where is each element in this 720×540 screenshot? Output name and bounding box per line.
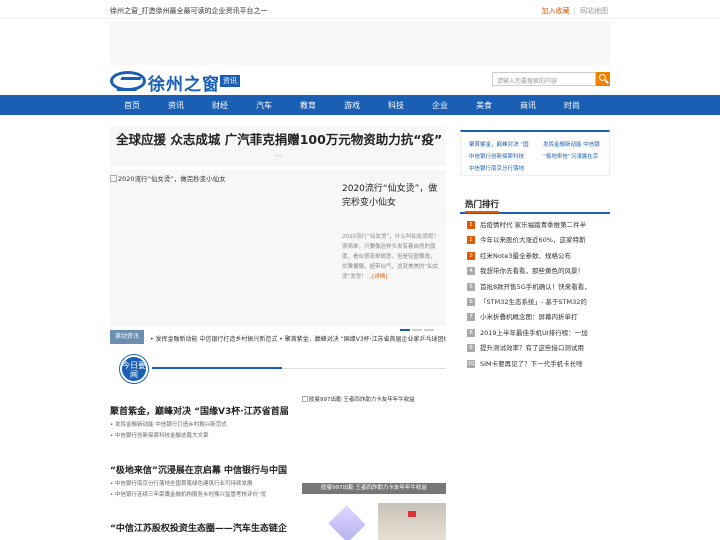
hot-item-title: 后疫情时代 家乐福踏青季推第二件半 (480, 221, 587, 229)
news-title[interactable]: “中信江苏股权投资生态圈——汽车生态链企 (110, 521, 290, 534)
news-sub-link[interactable]: 中信银行南京分行落地全国首笔绿色建筑行业可持续发展 (110, 479, 290, 487)
hot-item-title: 红米Note3最全参数、规格公布 (480, 251, 572, 260)
rank-number: 3 (467, 251, 475, 260)
hot-item-title: 提升测试效率？有了这些接口测试用 (480, 344, 584, 353)
rank-number: 10 (467, 359, 475, 368)
rank-number: 4 (467, 267, 475, 276)
hot-item[interactable]: 5 首批8款开售5G手机确认！快来看看， (460, 282, 610, 297)
hot-item[interactable]: 4 我想带你去看看，那些黄色的风景！ (460, 266, 610, 281)
search-box: 请输入您要搜索的内容 (492, 72, 610, 86)
rank-number: 2 (467, 236, 475, 245)
nav-item[interactable]: 时尚 (550, 100, 594, 111)
ad-banner[interactable] (110, 21, 610, 65)
right-link[interactable]: 中信银行创新探索科技 (469, 152, 541, 160)
headline-title[interactable]: 全球应援 众志成城 广汽菲克捐赠100万元物资助力抗“疫” (116, 129, 442, 148)
hot-item-title: 首批8款开售5G手机确认！快来看看， (480, 282, 591, 291)
hot-item[interactable]: 1 后疫情时代 家乐福踏青季推第二件半 (460, 220, 610, 235)
section-divider (152, 367, 446, 369)
news-ticker: 滚动资讯 • 发挥金融新动能 中信银行打造乡村振兴新范式 • 聚首紫金，巅峰对决… (110, 330, 446, 344)
broken-image-icon (302, 396, 308, 402)
nav-item[interactable]: 汽车 (242, 100, 286, 111)
add-favorite-link[interactable]: 加入收藏 (542, 7, 570, 15)
nav-item[interactable]: 首页 (110, 100, 154, 111)
logo-emblem-icon (110, 71, 146, 91)
top-links: 加入收藏 | 网站地图 (541, 7, 608, 15)
hot-item[interactable]: 9 提升测试效率？有了这些接口测试用 (460, 343, 610, 358)
news-sub-link[interactable]: 发挥金融新动能 中信银行打造乡村振兴新范式 (110, 420, 290, 428)
news-title[interactable]: 聚首紫金，巅峰对决 “国缘V3杯·江苏省首届 (110, 404, 290, 417)
thumbnail-image[interactable] (378, 503, 446, 540)
rank-number: 7 (467, 313, 475, 322)
headline-more: … (275, 150, 282, 158)
sitemap-link[interactable]: 网站地图 (580, 7, 608, 15)
nav-item[interactable]: 游戏 (330, 100, 374, 111)
right-link[interactable]: 中信银行南京分行落地 (469, 164, 541, 172)
side-picture-caption[interactable]: 欧曼997出勤 王者四炸助力卡友年年牛收益 (302, 395, 415, 403)
hot-ranking-title: 热门排行 (460, 198, 610, 214)
hot-item[interactable]: 7 小米折叠机概念图：屏幕内折单打 (460, 312, 610, 327)
right-link[interactable]: 聚首紫金，巅峰对决 “国 (469, 140, 541, 148)
news-item: “中信江苏股权投资生态圈——汽车生态链企 (110, 521, 290, 534)
hot-item[interactable]: 2 今年以来股价大涨近60%，这家特斯 (460, 235, 610, 250)
top-bar: 徐州之窗_打造徐州最全最可读的企业资讯平台之一 加入收藏 | 网站地图 (0, 0, 720, 19)
nav-item[interactable]: 企业 (418, 100, 462, 111)
nav-item[interactable]: 商讯 (506, 100, 550, 111)
hot-item[interactable]: 8 2019上半年最佳手机UI排行榜：一加 (460, 328, 610, 343)
search-icon (599, 74, 606, 81)
hot-item-title: 2019上半年最佳手机UI排行榜：一加 (480, 328, 588, 337)
today-news-badge: 今日要闻 (120, 355, 148, 383)
slider-detail-link[interactable]: [详情] (372, 274, 387, 280)
rank-number: 8 (467, 328, 475, 337)
feature-slider: 2020流行“仙女烫”，做完秒变小仙女 2020流行“仙女烫”，做完秒变小仙女 … (110, 170, 446, 331)
hot-item[interactable]: 10 SIM卡要再见了？下一代手机卡长啥 (460, 359, 610, 374)
slider-desc: 2020流行“仙女烫”，什么叫仙女烫呢？很简单，只要像这样头发有着自然的弧度，看… (342, 234, 439, 280)
right-links-box: 聚首紫金，巅峰对决 “国 发挥金融新动能 中信银 中信银行创新探索科技 “极地来… (460, 130, 610, 176)
flag-shape (408, 511, 416, 517)
nav-item[interactable]: 美食 (462, 100, 506, 111)
hot-ranking: 热门排行 1 后疫情时代 家乐福踏青季推第二件半 2 今年以来股价大涨近60%，这家特… (460, 198, 610, 374)
rank-number: 9 (467, 344, 475, 353)
thumbnail-image[interactable] (328, 505, 366, 540)
broken-image-icon (110, 175, 117, 182)
news-item: 聚首紫金，巅峰对决 “国缘V3杯·江苏省首届 发挥金融新动能 中信银行打造乡村振… (110, 404, 290, 439)
main-nav: 首页 资讯 财经 汽车 教育 游戏 科技 企业 美食 商讯 时尚 (0, 95, 720, 115)
search-button[interactable] (596, 72, 610, 86)
hot-item-title: 小米折叠机概念图：屏幕内折单打 (480, 313, 578, 322)
hot-item-title: 我想带你去看看，那些黄色的风景！ (480, 267, 584, 276)
nav-item[interactable]: 资讯 (154, 100, 198, 111)
news-title[interactable]: “极地来信”沉浸展在京启幕 中信银行与中国 (110, 463, 290, 476)
hot-item[interactable]: 6 「STM32生态系统」- 基于STM32的 (460, 297, 610, 312)
news-item: “极地来信”沉浸展在京启幕 中信银行与中国 中信银行南京分行落地全国首笔绿色建筑… (110, 463, 290, 498)
rank-number: 5 (467, 282, 475, 291)
right-link[interactable]: “极地来信”沉浸展在京 (543, 152, 615, 160)
hot-item[interactable]: 3 红米Note3最全参数、规格公布 (460, 251, 610, 266)
headline-block[interactable]: 全球应援 众志成城 广汽菲克捐赠100万元物资助力抗“疫” … (110, 126, 446, 166)
slider-image[interactable]: 2020流行“仙女烫”，做完秒变小仙女 (110, 173, 226, 183)
rank-number: 1 (467, 221, 475, 229)
rank-number: 6 (467, 297, 475, 306)
ticker-label: 滚动资讯 (110, 330, 144, 344)
logo-name: 徐州之窗 (148, 75, 220, 95)
news-sub-link[interactable]: 中信银行连续三年荣膺金融机构服务乡村振兴监管考核评价“优 (110, 490, 290, 498)
site-slogan: 徐州之窗_打造徐州最全最可读的企业资讯平台之一 (110, 7, 268, 15)
hot-item-title: 「STM32生态系统」- 基于STM32的 (480, 297, 587, 306)
search-input[interactable]: 请输入您要搜索的内容 (492, 72, 596, 86)
hot-item-title: 今年以来股价大涨近60%，这家特斯 (480, 236, 586, 245)
right-link[interactable]: 发挥金融新动能 中信银 (543, 140, 615, 148)
side-picture-news[interactable]: 欧曼997出勤 王者四炸助力卡友年年牛收益 欧曼997出勤 王者四炸助力卡友年年… (302, 395, 446, 495)
hot-item-title: SIM卡要再见了？下一代手机卡长啥 (480, 359, 583, 368)
side-picture-bar[interactable]: 欧曼997出勤 王者四炸助力卡友年年牛收益 (302, 483, 446, 494)
slider-title[interactable]: 2020流行“仙女烫”，做完秒变小仙女 (342, 182, 442, 210)
site-logo[interactable]: 徐州之窗 资讯 (110, 68, 260, 95)
nav-item[interactable]: 财经 (198, 100, 242, 111)
ticker-text[interactable]: • 发挥金融新动能 中信银行打造乡村振兴新范式 • 聚首紫金，巅峰对决 “国缘V… (150, 334, 446, 343)
news-sub-link[interactable]: 中信银行创新探索科技金融这篇大文章 (110, 431, 290, 439)
nav-item[interactable]: 科技 (374, 100, 418, 111)
channel-tag: 资讯 (220, 75, 240, 87)
nav-item[interactable]: 教育 (286, 100, 330, 111)
